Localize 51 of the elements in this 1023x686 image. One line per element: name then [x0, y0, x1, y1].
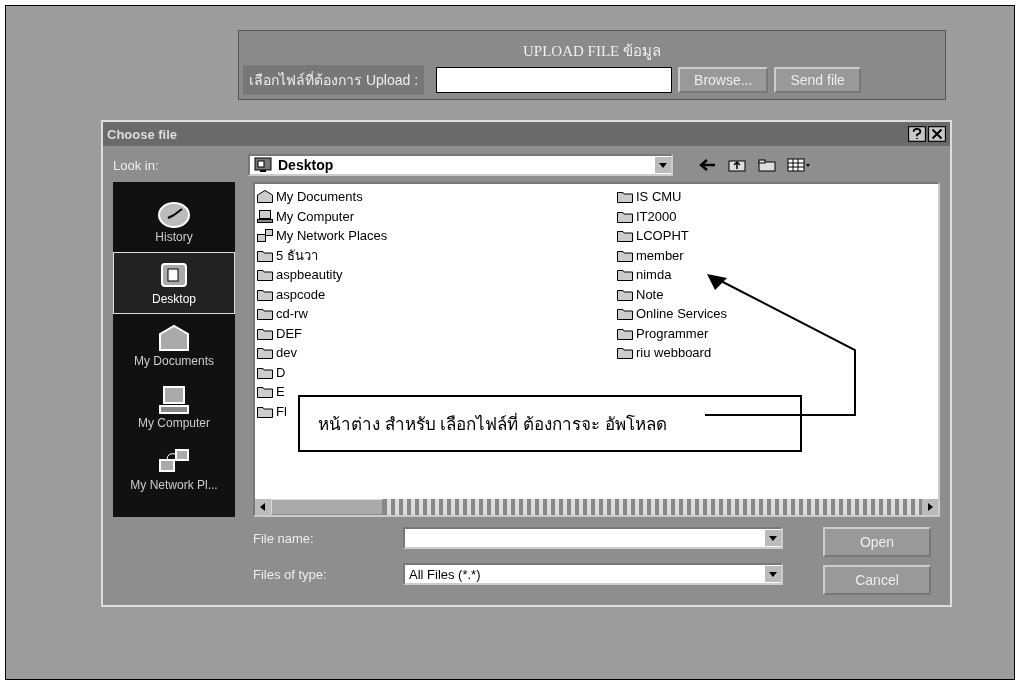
- up-folder-icon[interactable]: [727, 157, 747, 173]
- file-name-label: File name:: [253, 530, 315, 546]
- desktop-icon: [254, 157, 272, 173]
- computer-icon: [257, 209, 273, 223]
- file-item[interactable]: My Computer: [257, 206, 355, 226]
- file-item[interactable]: nimda: [617, 265, 672, 285]
- file-item[interactable]: aspcode: [257, 284, 326, 304]
- file-item[interactable]: IT2000: [617, 206, 677, 226]
- file-item[interactable]: E: [257, 382, 285, 402]
- scroll-right-icon[interactable]: [922, 499, 938, 515]
- file-item[interactable]: dev: [257, 343, 297, 363]
- file-item[interactable]: Programmer: [617, 323, 709, 343]
- file-item[interactable]: aspbeautity: [257, 265, 343, 285]
- horizontal-scrollbar[interactable]: [255, 499, 938, 515]
- places-item[interactable]: Desktop: [113, 252, 235, 314]
- help-icon[interactable]: [908, 126, 926, 142]
- upload-title: UPLOAD FILE ข้อมูล: [522, 42, 662, 62]
- file-item[interactable]: LCOPHT: [617, 226, 689, 246]
- upload-label: เลือกไฟล์ที่ต้องการ Upload :: [243, 65, 425, 95]
- file-item[interactable]: My Documents: [257, 187, 363, 207]
- network-computers-icon: [257, 229, 273, 243]
- places-item[interactable]: My Documents: [113, 314, 235, 376]
- computer-icon: [156, 384, 192, 416]
- file-item[interactable]: D: [257, 362, 286, 382]
- callout-text: หน้าต่าง สำหรับ เลือกไฟล์ที่ ต้องการจะ อัพโหลด: [318, 410, 667, 437]
- places-item[interactable]: My Network Pl...: [113, 438, 235, 500]
- upload-file-field[interactable]: [436, 67, 673, 93]
- file-item[interactable]: member: [617, 245, 684, 265]
- file-item[interactable]: My Network Places: [257, 226, 388, 246]
- view-menu-icon[interactable]: [787, 157, 811, 173]
- file-item[interactable]: 5 ธันวา: [257, 245, 318, 265]
- new-folder-icon[interactable]: [757, 157, 777, 173]
- scroll-left-icon[interactable]: [255, 499, 271, 515]
- file-item[interactable]: riu webboard: [617, 343, 712, 363]
- close-icon[interactable]: [928, 126, 946, 142]
- documents-folder-icon: [257, 190, 273, 204]
- places-item[interactable]: My Computer: [113, 376, 235, 438]
- file-item[interactable]: DEF: [257, 323, 302, 343]
- file-type-label: Files of type:: [253, 566, 328, 582]
- back-arrow-icon[interactable]: [697, 157, 717, 173]
- file-name-field[interactable]: [403, 527, 783, 549]
- look-in-dropdown[interactable]: Desktop: [248, 154, 673, 176]
- file-item[interactable]: cd-rw: [257, 304, 308, 324]
- look-in-label: Look in:: [113, 157, 160, 173]
- file-item[interactable]: IS CMU: [617, 187, 682, 207]
- file-type-dropdown[interactable]: All Files (*.*): [403, 563, 783, 585]
- file-item[interactable]: Online Services: [617, 304, 728, 324]
- file-item[interactable]: Note: [617, 284, 664, 304]
- dialog-title: Choose file: [107, 126, 178, 142]
- places-item[interactable]: History: [113, 190, 235, 252]
- file-item[interactable]: Fl: [257, 401, 287, 421]
